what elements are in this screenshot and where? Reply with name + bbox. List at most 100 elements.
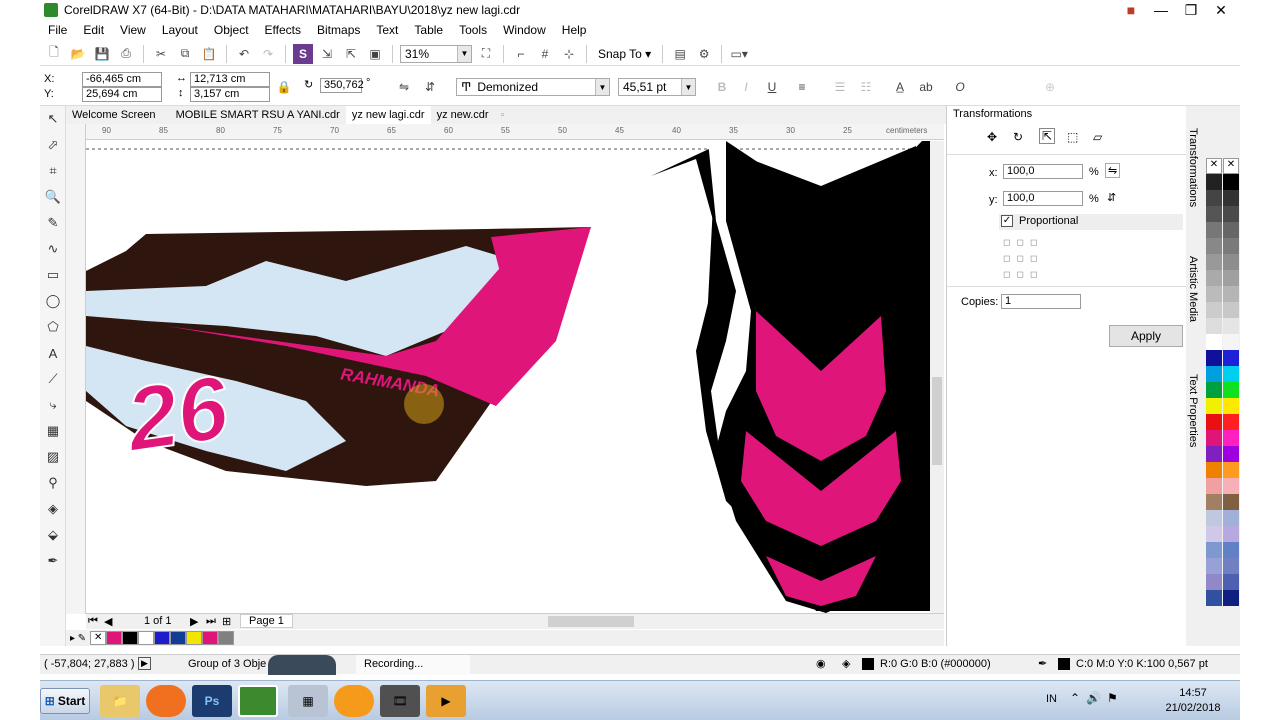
connector-tool-icon[interactable]: ⤷	[40, 392, 66, 418]
firefox-icon[interactable]	[146, 685, 186, 717]
drawing-canvas[interactable]: 26 RAHMANDA	[86, 141, 930, 613]
color-swatch[interactable]	[1206, 334, 1222, 350]
restore-button[interactable]: ❐	[1176, 0, 1206, 20]
palette-swatch[interactable]	[218, 631, 235, 645]
redo-icon[interactable]: ↷	[258, 44, 278, 64]
color-swatch[interactable]	[1206, 318, 1222, 334]
export-icon[interactable]: ⇱	[341, 44, 361, 64]
menu-window[interactable]: Window	[495, 23, 554, 37]
color-swatch[interactable]	[1223, 286, 1239, 302]
proportional-checkbox[interactable]: ✓	[1001, 215, 1013, 227]
language-indicator[interactable]: IN	[1046, 693, 1057, 705]
freehand-tool-icon[interactable]: ✎	[40, 210, 66, 236]
color-swatch[interactable]	[1223, 574, 1239, 590]
horizontal-ruler[interactable]: 90 85 80 75 70 65 60 55 50 45 40 35 30 2…	[86, 124, 944, 140]
screen-recorder-icon[interactable]: ▶	[426, 685, 466, 717]
calculator-icon[interactable]: ▦	[288, 685, 328, 717]
color-swatch[interactable]	[1223, 414, 1239, 430]
color-swatch[interactable]	[1223, 558, 1239, 574]
publish-pdf-icon[interactable]: ▣	[365, 44, 385, 64]
bullet-list-icon[interactable]: ☰	[830, 77, 850, 97]
palette-arrows-icon[interactable]: ▸ ✎	[70, 633, 86, 644]
palette-swatch[interactable]	[186, 631, 203, 645]
size-icon[interactable]: ⬚	[1067, 130, 1078, 144]
menu-view[interactable]: View	[112, 23, 154, 37]
color-swatch[interactable]	[1223, 222, 1239, 238]
last-page-icon[interactable]: ⏭	[206, 615, 216, 628]
tab-mobile-smart[interactable]: MOBILE SMART RSU A YANI.cdr	[170, 106, 346, 124]
palette-swatch[interactable]	[154, 631, 171, 645]
tab-yz-new-lagi[interactable]: yz new lagi.cdr	[345, 106, 431, 124]
position-icon[interactable]: ✥	[987, 130, 997, 144]
file-explorer-icon[interactable]: 📁	[100, 685, 140, 717]
vertical-scrollbar[interactable]	[930, 141, 944, 613]
undo-icon[interactable]: ↶	[234, 44, 254, 64]
font-size-combo[interactable]: 45,51 pt ▼	[618, 78, 696, 96]
color-swatch[interactable]	[1206, 270, 1222, 286]
color-swatch[interactable]	[1223, 398, 1239, 414]
color-swatch[interactable]	[1223, 270, 1239, 286]
anchor-grid-icon[interactable]: ◻◻◻ ◻◻◻ ◻◻◻	[1003, 234, 1043, 282]
drop-cap-icon[interactable]: ☷	[856, 77, 876, 97]
show-rulers-icon[interactable]: ⌐	[511, 44, 531, 64]
zoom-tool-icon[interactable]: 🔍	[40, 184, 66, 210]
palette-swatch[interactable]	[170, 631, 187, 645]
height-field[interactable]: 3,157 cm	[190, 87, 270, 102]
color-swatch[interactable]	[1206, 398, 1222, 414]
no-fill-swatch[interactable]: ✕	[1206, 158, 1222, 174]
tray-icons[interactable]: ⌃🔊⚑	[1070, 691, 1124, 705]
color-swatch[interactable]	[1206, 510, 1222, 526]
menu-tools[interactable]: Tools	[451, 23, 495, 37]
color-swatch[interactable]	[1206, 430, 1222, 446]
color-swatch[interactable]	[1206, 350, 1222, 366]
shape-tool-icon[interactable]: ⬀	[40, 132, 66, 158]
font-list-combo[interactable]: Ͳ Demonized ▼	[456, 78, 610, 96]
save-icon[interactable]: 💾	[92, 44, 112, 64]
scale-x-field[interactable]: 100,0	[1003, 164, 1083, 179]
color-swatch[interactable]	[1206, 286, 1222, 302]
next-page-icon[interactable]: ▶	[190, 615, 198, 628]
color-swatch[interactable]	[1206, 382, 1222, 398]
drop-shadow-icon[interactable]: ▦	[40, 418, 66, 444]
color-swatch[interactable]	[1223, 446, 1239, 462]
scroll-thumb[interactable]	[932, 377, 942, 465]
print-icon[interactable]: ⎙	[116, 44, 136, 64]
rectangle-tool-icon[interactable]: ▭	[40, 262, 66, 288]
apply-button[interactable]: Apply	[1109, 325, 1183, 347]
color-swatch[interactable]	[1206, 222, 1222, 238]
y-position-field[interactable]: 25,694 cm	[82, 87, 162, 102]
play-icon[interactable]: ▶	[138, 657, 151, 670]
tab-add-icon[interactable]: ▫	[495, 106, 511, 124]
menu-edit[interactable]: Edit	[75, 23, 112, 37]
menu-help[interactable]: Help	[554, 23, 595, 37]
color-swatch[interactable]	[1206, 526, 1222, 542]
text-tool-icon[interactable]: A	[40, 340, 66, 366]
mirror-horizontal-icon[interactable]: ⇋	[394, 77, 414, 97]
color-swatch[interactable]	[1206, 558, 1222, 574]
photoshop-icon[interactable]: Ps	[192, 685, 232, 717]
video-editor-icon[interactable]: 🎞	[380, 685, 420, 717]
no-color-swatch[interactable]: ✕	[90, 631, 107, 645]
palette-swatch[interactable]	[138, 631, 155, 645]
color-swatch[interactable]	[1223, 174, 1239, 190]
user-icon[interactable]: ■	[1116, 0, 1146, 20]
copies-field[interactable]: 1	[1001, 294, 1081, 309]
scale-mirror-icon[interactable]: ⇱	[1039, 128, 1056, 144]
color-swatch[interactable]	[1223, 366, 1239, 382]
application-launcher-icon[interactable]: ▭▾	[729, 44, 749, 64]
color-swatch[interactable]	[1206, 414, 1222, 430]
color-swatch[interactable]	[1206, 302, 1222, 318]
quick-customize-icon[interactable]: ⊕	[1040, 77, 1060, 97]
color-swatch[interactable]	[1206, 478, 1222, 494]
color-swatch[interactable]	[1223, 318, 1239, 334]
tab-yz-new[interactable]: yz new.cdr	[431, 106, 495, 124]
add-page-icon[interactable]: ⊞	[222, 615, 231, 628]
snap-to-button[interactable]: Snap To ▾	[594, 47, 655, 61]
color-swatch[interactable]	[1223, 254, 1239, 270]
lock-ratio-icon[interactable]: 🔒	[274, 77, 294, 97]
width-field[interactable]: 12,713 cm	[190, 72, 270, 87]
color-swatch[interactable]	[1206, 174, 1222, 190]
skew-icon[interactable]: ⏥	[1093, 130, 1102, 144]
color-swatch[interactable]	[1206, 206, 1222, 222]
menu-file[interactable]: File	[40, 23, 75, 37]
